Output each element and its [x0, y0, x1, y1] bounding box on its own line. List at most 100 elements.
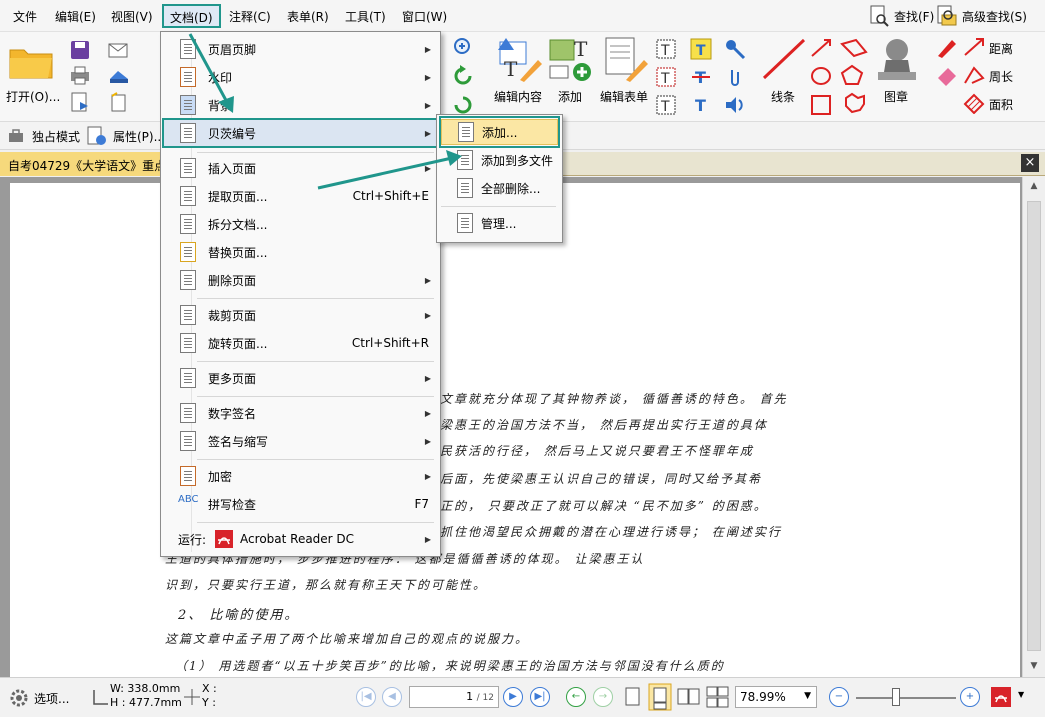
- menu-item-extract-page[interactable]: 提取页面... Ctrl+Shift+E: [164, 183, 437, 209]
- lines-label[interactable]: 线条: [771, 88, 795, 105]
- area-icon[interactable]: [962, 92, 988, 114]
- print-icon[interactable]: [70, 65, 90, 85]
- add-label[interactable]: 添加: [558, 88, 582, 105]
- zoom-in-icon[interactable]: [452, 36, 476, 58]
- open-label[interactable]: 打开(O)...: [6, 88, 60, 105]
- menu-item-spell-check[interactable]: ABC 拼写检查 F7: [164, 491, 437, 517]
- back-view-button[interactable]: ←: [566, 687, 586, 707]
- gear-icon[interactable]: [8, 687, 30, 709]
- vertical-scrollbar[interactable]: ▲ ▼: [1022, 177, 1045, 677]
- rotate-right-icon[interactable]: [452, 94, 476, 116]
- strikeout-text-icon[interactable]: T: [690, 66, 712, 88]
- properties-button[interactable]: 属性(P)...: [113, 128, 165, 145]
- pencil-icon[interactable]: [934, 36, 960, 58]
- previous-page-button[interactable]: ◀: [382, 687, 402, 707]
- edit-content-icon[interactable]: T: [496, 36, 542, 82]
- perimeter-label[interactable]: 周长: [989, 68, 1013, 85]
- menu-item-more-pages[interactable]: 更多页面 ▶: [164, 365, 437, 391]
- single-page-icon[interactable]: [624, 686, 642, 708]
- menu-document[interactable]: 文档(D): [162, 4, 221, 28]
- last-page-button[interactable]: ▶|: [530, 687, 550, 707]
- edit-content-label[interactable]: 编辑内容: [494, 88, 542, 105]
- new-document-icon[interactable]: [108, 92, 130, 112]
- sound-icon[interactable]: [724, 94, 746, 116]
- typewriter-icon[interactable]: T: [690, 38, 712, 60]
- email-icon[interactable]: [108, 40, 130, 60]
- scroll-up-icon[interactable]: ▲: [1028, 181, 1040, 193]
- menu-item-crop-page[interactable]: 裁剪页面 ▶: [164, 302, 437, 328]
- next-page-button[interactable]: ▶: [503, 687, 523, 707]
- distance-icon[interactable]: [962, 36, 988, 58]
- line-tool-icon[interactable]: [760, 38, 808, 82]
- stamp-icon[interactable]: [874, 36, 920, 82]
- menu-item-bates-add-multiple[interactable]: 添加到多文件: [441, 147, 558, 173]
- forward-view-button[interactable]: →: [593, 687, 613, 707]
- advanced-find-button[interactable]: 高级查找(S): [936, 4, 1027, 28]
- rotate-left-icon[interactable]: [452, 65, 476, 87]
- continuous-page-icon[interactable]: [648, 683, 672, 711]
- attachment-icon[interactable]: [724, 66, 746, 88]
- distance-label[interactable]: 距离: [989, 40, 1013, 57]
- eraser-icon[interactable]: [934, 64, 960, 86]
- page-number-input[interactable]: 1 / 12: [409, 686, 499, 708]
- continuous-facing-icon[interactable]: [705, 686, 731, 708]
- menu-item-background[interactable]: 背景 ▶: [164, 92, 437, 118]
- menu-item-digital-signature[interactable]: 数字签名 ▶: [164, 400, 437, 426]
- scroll-down-icon[interactable]: ▼: [1028, 661, 1040, 673]
- find-button[interactable]: 查找(F): [868, 4, 934, 28]
- menu-item-header-footer[interactable]: 页眉页脚 ▶: [164, 36, 437, 62]
- scroll-thumb[interactable]: [1027, 201, 1041, 651]
- perimeter-icon[interactable]: [962, 64, 988, 86]
- menu-item-watermark[interactable]: 水印 ▶: [164, 64, 437, 90]
- open-folder-icon[interactable]: [8, 40, 54, 80]
- menu-item-split-document[interactable]: 拆分文档...: [164, 211, 437, 237]
- area-label[interactable]: 面积: [989, 96, 1013, 113]
- menu-item-bates-numbering[interactable]: 贝茨编号 ▶: [162, 118, 439, 148]
- menu-view[interactable]: 视图(V): [111, 8, 153, 25]
- insert-text-icon[interactable]: T: [690, 94, 712, 116]
- zoom-select[interactable]: 78.99% ▼: [735, 686, 817, 708]
- save-icon[interactable]: [70, 40, 90, 60]
- close-tab-icon[interactable]: ×: [1021, 154, 1039, 172]
- stamp-label[interactable]: 图章: [884, 88, 908, 105]
- callout-icon[interactable]: T: [655, 94, 677, 116]
- menu-item-encrypt[interactable]: 加密 ▶: [164, 463, 437, 489]
- menu-item-bates-manage[interactable]: 管理...: [441, 210, 558, 236]
- document-tab[interactable]: 自考04729《大学语文》重点: [0, 152, 175, 176]
- menu-edit[interactable]: 编辑(E): [55, 8, 96, 25]
- menu-item-run[interactable]: 运行: Acrobat Reader DC ▶: [164, 526, 437, 552]
- key-icon[interactable]: [724, 38, 746, 60]
- shape-tools-icon[interactable]: [810, 38, 870, 120]
- edit-form-label[interactable]: 编辑表单: [600, 88, 648, 105]
- zoom-slider-handle[interactable]: [892, 688, 900, 706]
- options-button[interactable]: 选项...: [34, 690, 69, 707]
- document-arrow-icon[interactable]: [70, 92, 90, 112]
- zoom-in-button[interactable]: +: [960, 687, 980, 707]
- menu-comment[interactable]: 注释(C): [229, 8, 271, 25]
- zoom-slider-track[interactable]: [856, 697, 956, 699]
- menu-item-insert-page[interactable]: 插入页面 ▶: [164, 155, 437, 181]
- menu-window[interactable]: 窗口(W): [402, 8, 447, 25]
- menu-separator: [197, 459, 434, 460]
- facing-page-icon[interactable]: [676, 686, 702, 708]
- menu-item-bates-remove-all[interactable]: 全部删除...: [441, 175, 558, 201]
- menu-form[interactable]: 表单(R): [287, 8, 329, 25]
- menu-item-sign-initials[interactable]: 签名与缩写 ▶: [164, 428, 437, 454]
- menu-item-rotate-page[interactable]: 旋转页面... Ctrl+Shift+R: [164, 330, 437, 356]
- edit-form-icon[interactable]: [602, 36, 648, 82]
- acrobat-icon[interactable]: [990, 686, 1012, 708]
- text-box-icon[interactable]: T: [655, 66, 677, 88]
- document-line: 正的， 只要改正了就可以解决 “民不加多” 的困惑。: [440, 499, 768, 513]
- add-content-icon[interactable]: T: [548, 36, 596, 82]
- zoom-out-button[interactable]: −: [829, 687, 849, 707]
- exclusive-mode-button[interactable]: 独占模式: [32, 128, 80, 145]
- text-field-icon[interactable]: T: [655, 38, 677, 60]
- first-page-button[interactable]: |◀: [356, 687, 376, 707]
- menu-file[interactable]: 文件: [13, 8, 37, 25]
- menu-item-replace-page[interactable]: 替换页面...: [164, 239, 437, 265]
- chevron-down-icon[interactable]: ▼: [1018, 690, 1024, 699]
- menu-item-delete-page[interactable]: 删除页面 ▶: [164, 267, 437, 293]
- menu-tools[interactable]: 工具(T): [345, 8, 386, 25]
- scan-icon[interactable]: [108, 65, 130, 85]
- menu-item-bates-add[interactable]: 添加...: [441, 119, 558, 145]
